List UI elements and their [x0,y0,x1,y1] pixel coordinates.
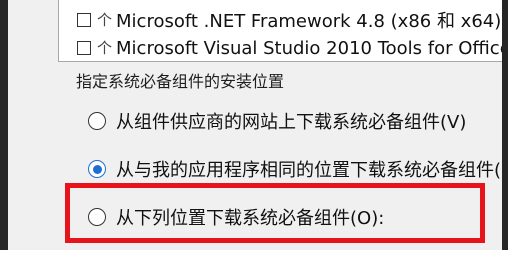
list-item-label: Microsoft .NET Framework 4.8 (x86 和 x64) [116,11,502,32]
list-item[interactable]: 个 Microsoft .NET Framework 4.8 (x86 和 x6… [77,7,501,33]
dotnet-checkbox[interactable] [77,13,91,27]
window-edge-right [502,0,508,250]
same-location-radio[interactable] [88,160,106,178]
red-highlight-annotation [65,183,485,243]
list-item[interactable]: 个 Microsoft Visual Studio 2010 Tools for… [77,35,502,61]
prerequisites-dialog: 个 Microsoft .NET Framework 4.8 (x86 和 x6… [8,0,502,250]
window-edge-left [0,0,8,250]
window-edge-bottom [0,250,508,256]
radio-selected-dot [92,164,102,174]
list-item-label: Microsoft Visual Studio 2010 Tools for O… [116,37,502,59]
option-same-location[interactable]: 从与我的应用程序相同的位置下载系统必备组件(D) [88,156,502,182]
option-label: 从组件供应商的网站上下载系统必备组件(V) [116,112,467,133]
option-vendor-website[interactable]: 从组件供应商的网站上下载系统必备组件(V) [88,108,466,134]
vendor-website-radio[interactable] [88,112,106,130]
package-icon: 个 [97,10,113,29]
prerequisites-list[interactable]: 个 Microsoft .NET Framework 4.8 (x86 和 x6… [58,0,502,62]
vsto-checkbox[interactable] [77,41,91,55]
package-icon: 个 [97,38,113,57]
install-location-group-title: 指定系统必备组件的安装位置 [76,72,285,91]
option-label: 从与我的应用程序相同的位置下载系统必备组件(D) [116,160,502,181]
